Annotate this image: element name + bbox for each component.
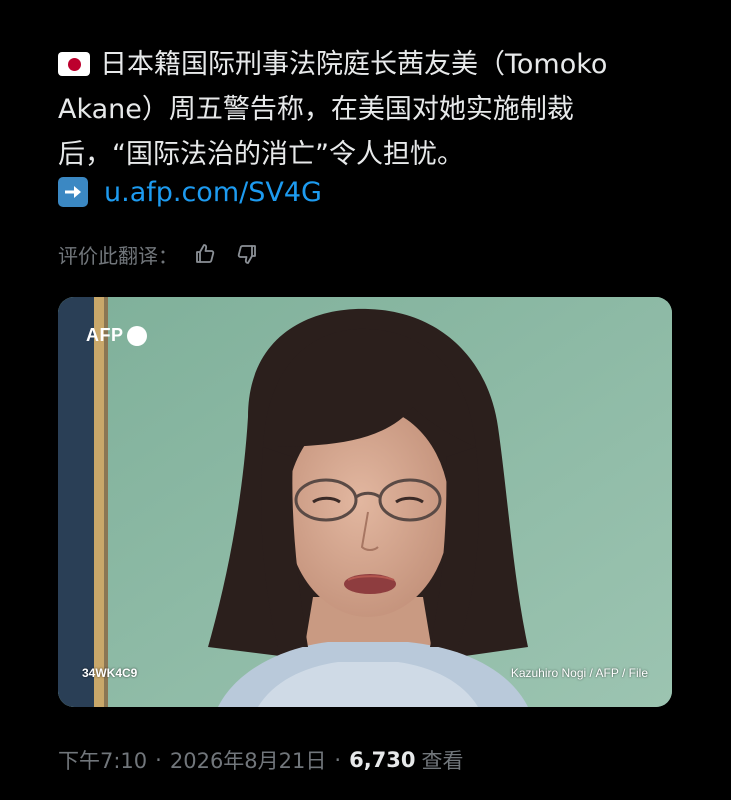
meta-separator: ·	[334, 748, 342, 772]
thumbs-down-icon[interactable]	[232, 239, 262, 269]
post-text-line: Akane）周五警告称，在美国对她实施制裁	[58, 94, 574, 125]
post-time[interactable]: 下午7:10	[58, 745, 147, 775]
photo-illustration	[58, 297, 672, 707]
post-text: 日本籍国际刑事法院庭长茜友美（Tomoko Akane）周五警告称，在美国对她实…	[58, 42, 698, 177]
thumbs-up-icon[interactable]	[190, 239, 220, 269]
views-label: 查看	[421, 749, 464, 773]
post: 日本籍国际刑事法院庭长茜友美（Tomoko Akane）周五警告称，在美国对她实…	[0, 0, 731, 800]
translation-rating-label: 评价此翻译：	[58, 243, 178, 268]
afp-logo-text: AFP	[86, 325, 124, 345]
post-link[interactable]: u.afp.com/SV4G	[104, 177, 322, 208]
afp-logo: AFP	[86, 325, 147, 346]
views-count: 6,730	[349, 748, 416, 772]
meta-separator: ·	[155, 748, 162, 772]
post-date[interactable]: 2026年8月21日	[170, 745, 327, 775]
image-credit: Kazuhiro Nogi / AFP / File	[510, 666, 648, 680]
post-meta: 下午7:10 · 2026年8月21日 · 6,730 查看	[58, 742, 464, 778]
post-text-line: 后，“国际法治的消亡”令人担忧。	[58, 139, 464, 170]
post-photo[interactable]: AFP 34WK4C9 Kazuhiro Nogi / AFP / File	[58, 297, 672, 707]
link-line: u.afp.com/SV4G	[58, 172, 322, 212]
post-text-line: 日本籍国际刑事法院庭长茜友美（Tomoko	[58, 42, 698, 87]
japan-flag-icon	[58, 52, 90, 76]
translation-rating: 评价此翻译：	[58, 236, 262, 272]
right-arrow-icon	[58, 177, 88, 207]
afp-logo-dot	[126, 325, 147, 346]
image-code: 34WK4C9	[82, 666, 138, 680]
